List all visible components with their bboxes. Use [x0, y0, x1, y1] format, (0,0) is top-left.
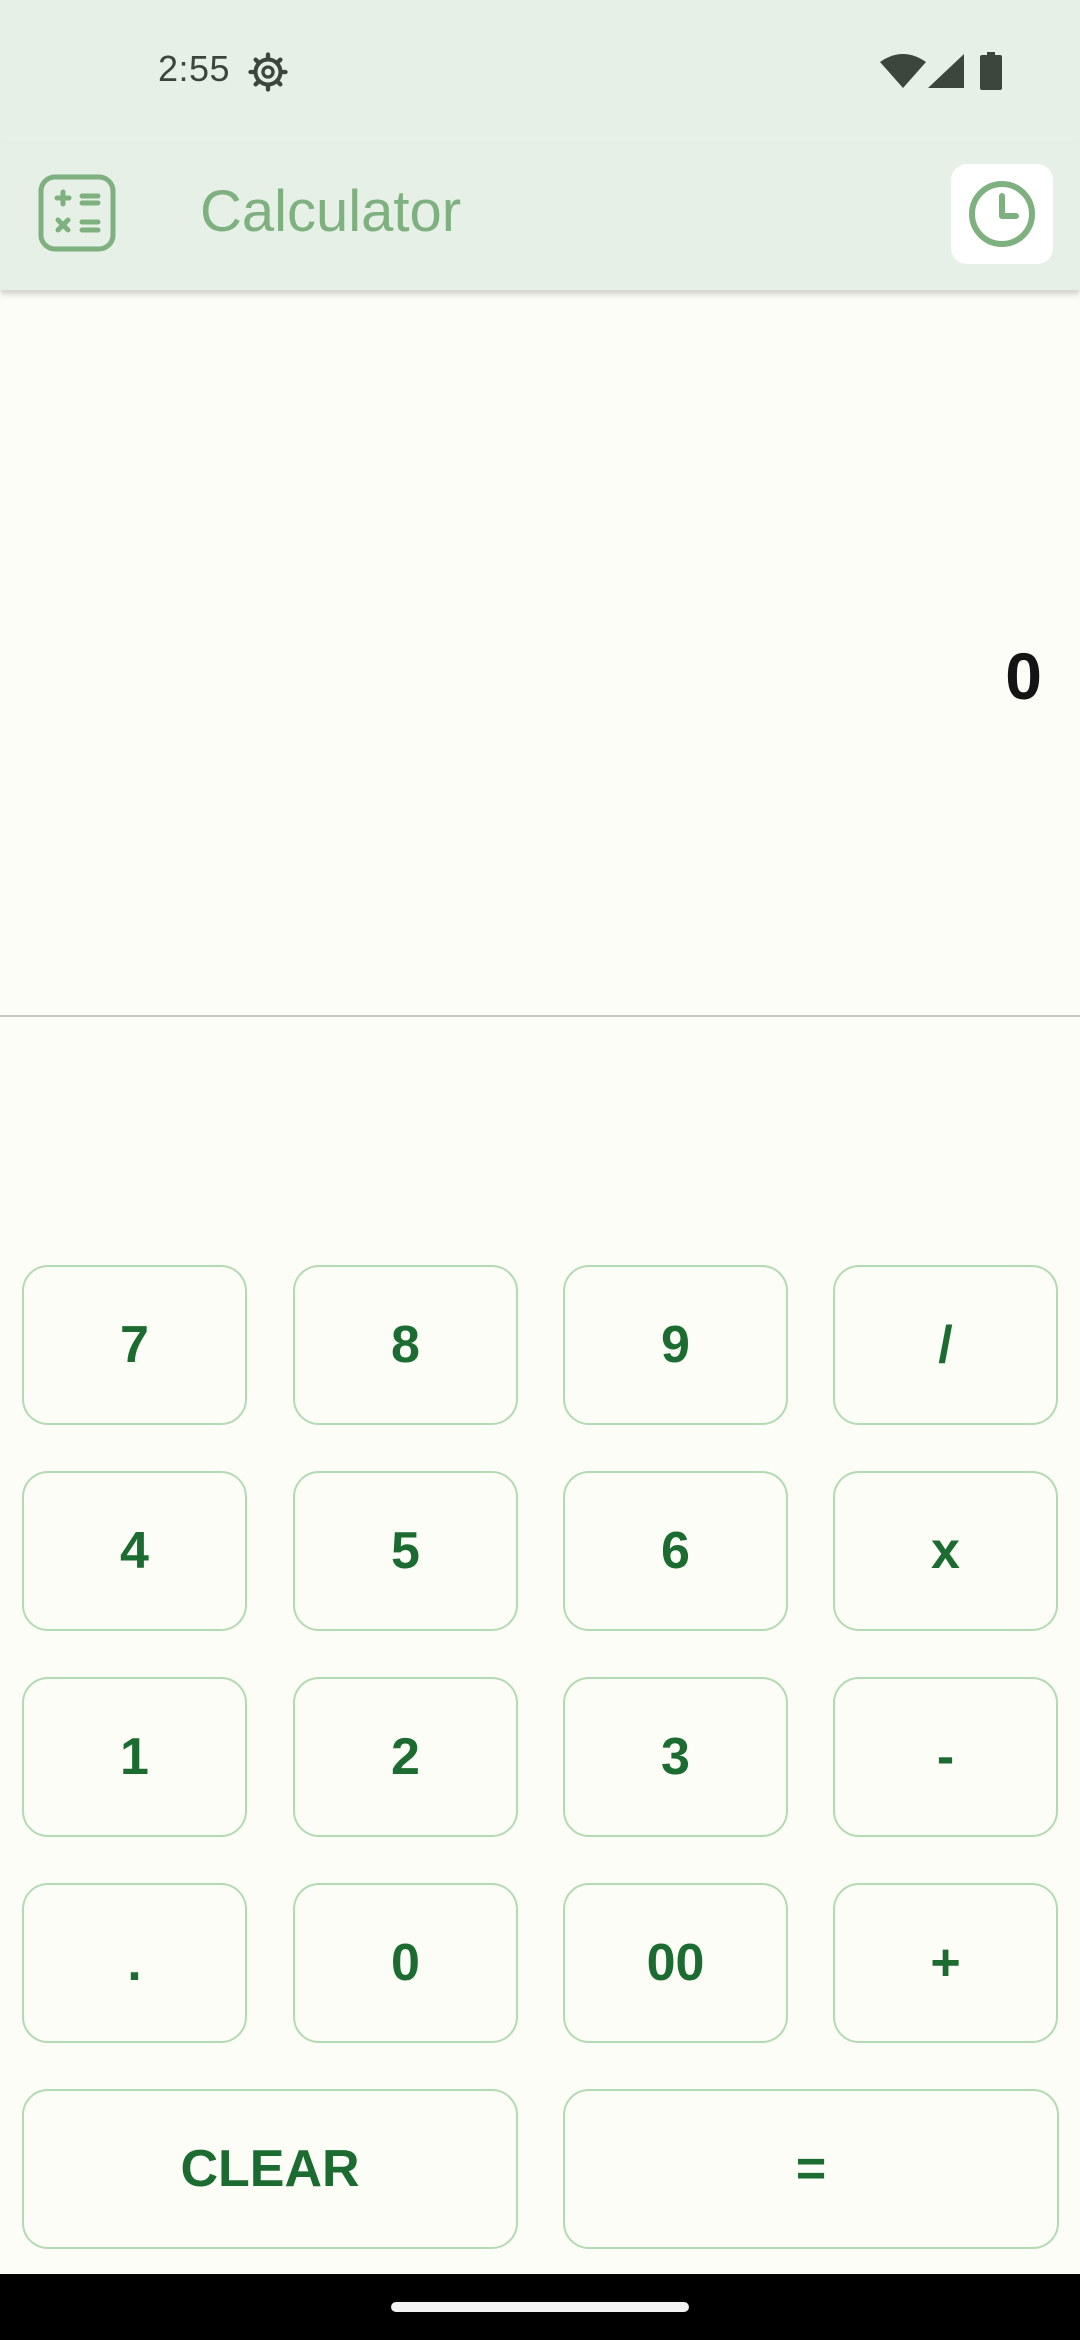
key-8[interactable]: 8 — [293, 1265, 518, 1425]
settings-gear-icon — [248, 52, 288, 92]
clock-icon — [969, 181, 1035, 247]
result-display: 0 — [0, 290, 1080, 1016]
key-6[interactable]: 6 — [563, 1471, 788, 1631]
home-gesture-handle[interactable] — [391, 2302, 689, 2312]
key-00[interactable]: 00 — [563, 1883, 788, 2043]
key-decimal[interactable]: . — [22, 1883, 247, 2043]
app-bar: Calculator — [0, 144, 1080, 290]
key-1[interactable]: 1 — [22, 1677, 247, 1837]
key-0[interactable]: 0 — [293, 1883, 518, 2043]
key-7[interactable]: 7 — [22, 1265, 247, 1425]
status-bar: 2:55 — [0, 0, 1080, 144]
key-3[interactable]: 3 — [563, 1677, 788, 1837]
navigation-bar — [0, 2274, 1080, 2340]
clear-button[interactable]: CLEAR — [22, 2089, 518, 2249]
key-4[interactable]: 4 — [22, 1471, 247, 1631]
app-title: Calculator — [200, 179, 462, 244]
key-divide[interactable]: / — [833, 1265, 1058, 1425]
equals-button[interactable]: = — [563, 2089, 1059, 2249]
status-time: 2:55 — [158, 48, 231, 89]
key-multiply[interactable]: x — [833, 1471, 1058, 1631]
calculator-icon — [38, 174, 116, 252]
key-2[interactable]: 2 — [293, 1677, 518, 1837]
key-add[interactable]: + — [833, 1883, 1058, 2043]
signal-icon — [928, 54, 964, 88]
display-value: 0 — [1005, 639, 1042, 713]
key-5[interactable]: 5 — [293, 1471, 518, 1631]
display-divider — [0, 1015, 1080, 1017]
key-9[interactable]: 9 — [563, 1265, 788, 1425]
battery-icon — [980, 52, 1002, 90]
key-subtract[interactable]: - — [833, 1677, 1058, 1837]
history-button[interactable] — [951, 164, 1053, 264]
wifi-icon — [880, 54, 926, 88]
